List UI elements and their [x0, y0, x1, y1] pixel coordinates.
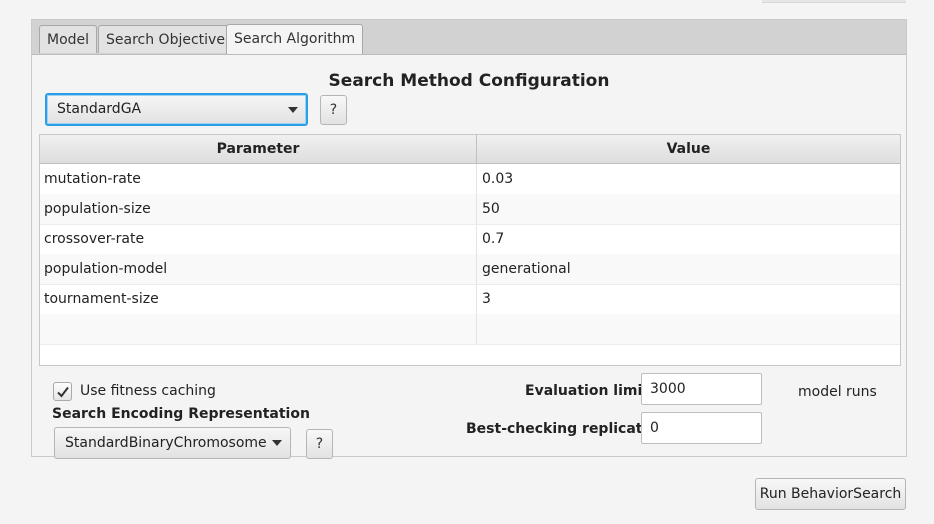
parameter-table: Parameter Value mutation-rate 0.03 popul… — [39, 134, 901, 366]
search-method-help-button[interactable]: ? — [320, 95, 347, 125]
chevron-down-icon — [288, 106, 298, 113]
fitness-caching-label[interactable]: Use fitness caching — [80, 383, 216, 399]
search-algorithm-panel: Search Method Configuration StandardGA ?… — [32, 55, 906, 459]
parameter-cell: population-size — [40, 194, 477, 224]
table-row[interactable]: crossover-rate 0.7 — [40, 224, 900, 255]
encoding-dropdown[interactable]: StandardBinaryChromosome — [54, 427, 291, 459]
search-method-dropdown[interactable]: StandardGA — [45, 93, 308, 126]
best-checking-input[interactable] — [641, 412, 762, 444]
table-row[interactable]: tournament-size 3 — [40, 284, 900, 315]
value-cell[interactable]: 50 — [477, 194, 900, 224]
parameter-cell: tournament-size — [40, 284, 477, 314]
evaluation-limit-unit: model runs — [798, 384, 877, 400]
search-method-selected: StandardGA — [57, 101, 142, 117]
parameter-cell: crossover-rate — [40, 224, 477, 254]
empty-cell — [40, 314, 477, 344]
best-checking-label: Best-checking replicates: — [466, 421, 666, 437]
column-header-value[interactable]: Value — [477, 135, 900, 163]
column-header-parameter[interactable]: Parameter — [40, 135, 477, 163]
encoding-help-button[interactable]: ? — [306, 429, 333, 459]
empty-cell — [477, 314, 900, 344]
value-cell[interactable]: 3 — [477, 284, 900, 314]
tab-pane: Model Search Objective Search Algorithm … — [31, 19, 907, 459]
value-cell[interactable]: 0.03 — [477, 164, 900, 194]
top-right-bar-fragment — [762, 0, 906, 3]
fitness-caching-checkbox[interactable] — [53, 382, 72, 401]
chevron-down-icon — [272, 440, 282, 446]
table-row[interactable]: population-model generational — [40, 254, 900, 285]
tab-header: Model Search Objective Search Algorithm — [32, 20, 906, 55]
tab-search-objective[interactable]: Search Objective — [98, 25, 233, 53]
table-row[interactable]: mutation-rate 0.03 — [40, 164, 900, 195]
parameter-cell: mutation-rate — [40, 164, 477, 194]
tab-search-algorithm[interactable]: Search Algorithm — [226, 24, 364, 54]
evaluation-limit-label: Evaluation limit: — [525, 383, 655, 399]
tab-model[interactable]: Model — [39, 25, 98, 53]
section-title: Search Method Configuration — [328, 71, 610, 91]
run-behaviorsearch-button[interactable]: Run BehaviorSearch — [755, 478, 906, 510]
value-cell[interactable]: 0.7 — [477, 224, 900, 254]
evaluation-limit-input[interactable] — [641, 373, 762, 405]
checkmark-icon — [57, 386, 69, 398]
encoding-selected: StandardBinaryChromosome — [65, 435, 267, 451]
value-cell[interactable]: generational — [477, 254, 900, 284]
table-row-empty — [40, 314, 900, 345]
table-header: Parameter Value — [40, 135, 900, 164]
table-row[interactable]: population-size 50 — [40, 194, 900, 225]
encoding-heading: Search Encoding Representation — [52, 406, 310, 422]
parameter-cell: population-model — [40, 254, 477, 284]
